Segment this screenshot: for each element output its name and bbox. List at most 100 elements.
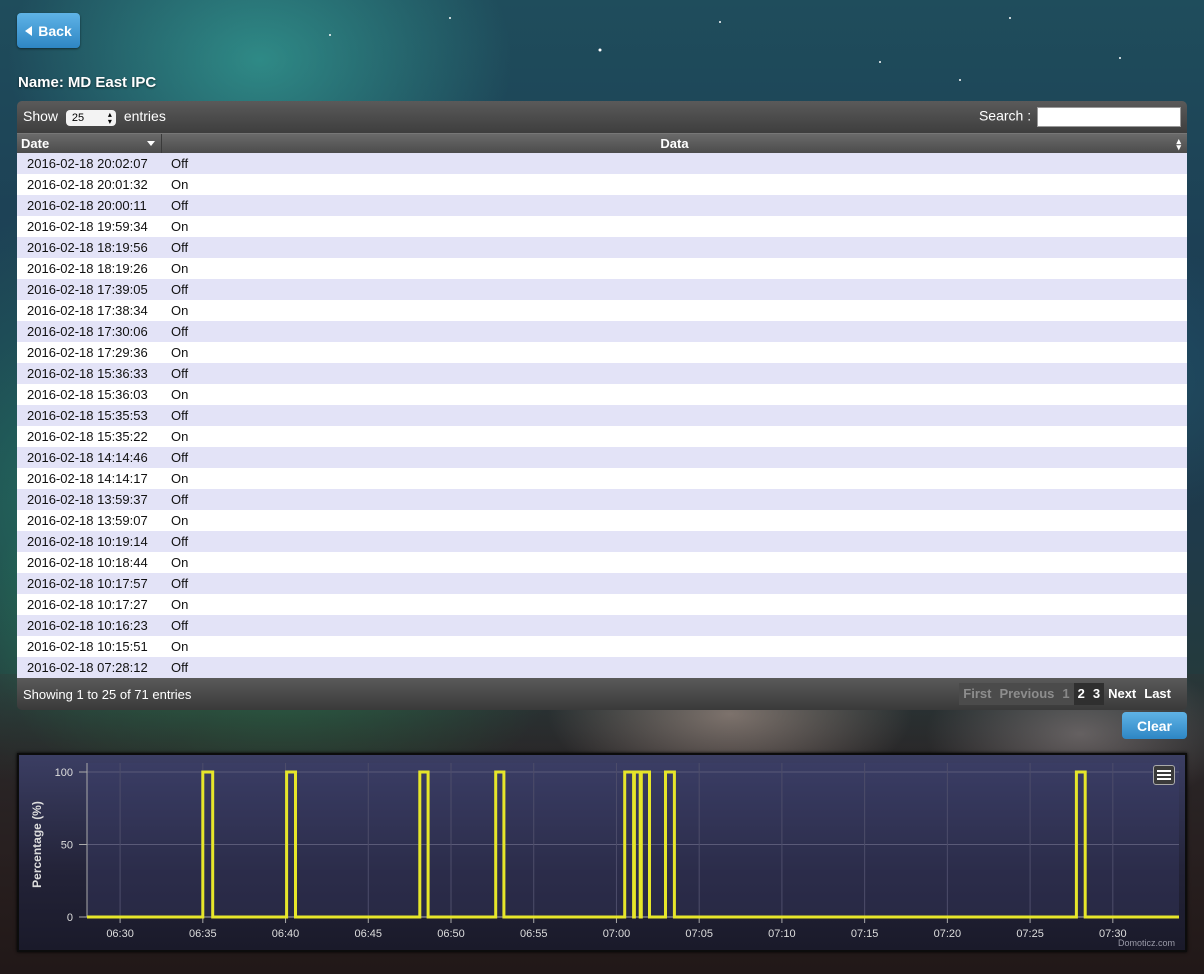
cell-data: On [171, 345, 189, 360]
table-body: 2016-02-18 20:02:07 Off 2016-02-18 20:01:3… [17, 153, 1187, 678]
cell-date: 2016-02-18 19:59:34 [27, 219, 148, 234]
cell-date: 2016-02-18 10:15:51 [27, 639, 148, 654]
pager-previous-button[interactable]: Previous [995, 683, 1059, 705]
table-row: 2016-02-18 17:30:06 Off [17, 321, 1187, 342]
x-tick-label: 06:30 [106, 928, 134, 940]
cell-data: On [171, 639, 189, 654]
cell-date: 2016-02-18 20:01:32 [27, 177, 148, 192]
pager-next-button[interactable]: Next [1104, 683, 1140, 705]
search-control: Search : [979, 107, 1181, 127]
log-table: Show 25 ▴ ▾ entries Search : Date Data ▴ ▾… [17, 101, 1187, 710]
cell-date: 2016-02-18 07:28:12 [27, 660, 148, 675]
table-info: Showing 1 to 25 of 71 entries [23, 686, 192, 702]
page-size-value: 25 [71, 111, 85, 124]
chart-menu-icon[interactable] [1153, 765, 1175, 785]
table-row: 2016-02-18 20:01:32 On [17, 174, 1187, 195]
table-row: 2016-02-18 15:35:53 Off [17, 405, 1187, 426]
pager-page-3-button[interactable]: 3 [1088, 683, 1105, 705]
table-footer: Showing 1 to 25 of 71 entries First Prev… [17, 678, 1187, 710]
cell-data: On [171, 261, 189, 276]
cell-data: On [171, 219, 189, 234]
x-tick-label: 07:25 [1016, 928, 1044, 940]
x-tick-label: 06:45 [355, 928, 383, 940]
cell-data: Off [171, 408, 189, 423]
cell-data: On [171, 555, 189, 570]
device-name-label: Name: [18, 74, 64, 91]
column-header-date[interactable]: Date [17, 134, 162, 153]
cell-date: 2016-02-18 18:19:56 [27, 240, 148, 255]
table-row: 2016-02-18 13:59:07 On [17, 510, 1187, 531]
cell-data: Off [171, 156, 189, 171]
cell-data: On [171, 429, 189, 444]
cell-date: 2016-02-18 20:00:11 [27, 198, 147, 213]
table-row: 2016-02-18 07:28:12 Off [17, 657, 1187, 678]
cell-data: Off [171, 576, 189, 591]
cell-date: 2016-02-18 17:29:36 [27, 345, 148, 360]
table-row: 2016-02-18 17:39:05 Off [17, 279, 1187, 300]
cell-data: Off [171, 240, 189, 255]
table-row: 2016-02-18 15:36:33 Off [17, 363, 1187, 384]
sort-both-icon: ▴ ▾ [1176, 135, 1181, 152]
y-tick-label: 0 [67, 912, 73, 924]
cell-date: 2016-02-18 17:38:34 [27, 303, 148, 318]
cell-data: Off [171, 366, 189, 381]
y-tick-label: 100 [55, 767, 73, 779]
chart-credit: Domoticz.com [1117, 938, 1175, 948]
cell-data: On [171, 513, 189, 528]
x-tick-label: 07:15 [851, 928, 879, 940]
cell-date: 2016-02-18 15:36:03 [27, 387, 148, 402]
cell-date: 2016-02-18 13:59:07 [27, 513, 148, 528]
cell-data: On [171, 597, 189, 612]
cell-date: 2016-02-18 10:18:44 [27, 555, 148, 570]
column-header-data[interactable]: Data ▴ ▾ [162, 134, 1187, 153]
cell-date: 2016-02-18 15:36:33 [27, 366, 148, 381]
page-size-control: Show 25 ▴ ▾ entries [23, 108, 166, 126]
cell-date: 2016-02-18 10:19:14 [27, 534, 148, 549]
cell-data: Off [171, 450, 189, 465]
clear-button[interactable]: Clear [1122, 712, 1187, 739]
table-header: Date Data ▴ ▾ [17, 133, 1187, 153]
back-button[interactable]: Back [17, 13, 80, 48]
select-arrows-icon: ▴ ▾ [107, 109, 112, 126]
pager-page-1-button[interactable]: 1 [1058, 683, 1074, 705]
table-row: 2016-02-18 18:19:56 Off [17, 237, 1187, 258]
pager-page-2-button[interactable]: 2 [1073, 683, 1089, 705]
cell-data: On [171, 303, 189, 318]
page-size-select[interactable]: 25 ▴ ▾ [65, 109, 116, 126]
cell-data: Off [171, 282, 189, 297]
table-row: 2016-02-18 19:59:34 On [17, 216, 1187, 237]
table-row: 2016-02-18 13:59:37 Off [17, 489, 1187, 510]
cell-data: Off [171, 618, 189, 633]
x-tick-label: 06:50 [437, 928, 465, 940]
table-row: 2016-02-18 10:18:44 On [17, 552, 1187, 573]
table-row: 2016-02-18 14:14:46 Off [17, 447, 1187, 468]
cell-data: Off [171, 492, 189, 507]
table-row: 2016-02-18 10:17:57 Off [17, 573, 1187, 594]
search-input[interactable] [1037, 107, 1181, 127]
table-row: 2016-02-18 17:29:36 On [17, 342, 1187, 363]
device-name: Name: MD East IPC [18, 74, 156, 91]
table-row: 2016-02-18 15:35:22 On [17, 426, 1187, 447]
cell-date: 2016-02-18 18:19:26 [27, 261, 148, 276]
chart-svg: 0 50 100 06:30 06:35 06:40 06:45 06:50 06:55 07:0… [30, 763, 1179, 940]
x-tick-label: 06:55 [520, 928, 548, 940]
cell-data: On [171, 387, 189, 402]
cell-date: 2016-02-18 17:30:06 [27, 324, 148, 339]
cell-data: Off [171, 198, 189, 213]
table-row: 2016-02-18 10:19:14 Off [17, 531, 1187, 552]
pager-first-button[interactable]: First [959, 683, 996, 705]
x-tick-label: 07:20 [934, 928, 962, 940]
chevron-left-icon [25, 25, 33, 36]
table-row: 2016-02-18 20:02:07 Off [17, 153, 1187, 174]
column-header-data-label: Data [660, 136, 689, 151]
percentage-chart: 0 50 100 06:30 06:35 06:40 06:45 06:50 06:55 07:0… [17, 753, 1187, 952]
pager-last-button[interactable]: Last [1140, 683, 1175, 705]
table-row: 2016-02-18 20:00:11 Off [17, 195, 1187, 216]
x-tick-label: 07:00 [603, 928, 631, 940]
table-row: 2016-02-18 14:14:17 On [17, 468, 1187, 489]
table-row: 2016-02-18 17:38:34 On [17, 300, 1187, 321]
cell-date: 2016-02-18 15:35:53 [27, 408, 148, 423]
cell-data: Off [171, 534, 189, 549]
cell-date: 2016-02-18 10:17:57 [27, 576, 148, 591]
x-tick-label: 06:40 [272, 928, 300, 940]
